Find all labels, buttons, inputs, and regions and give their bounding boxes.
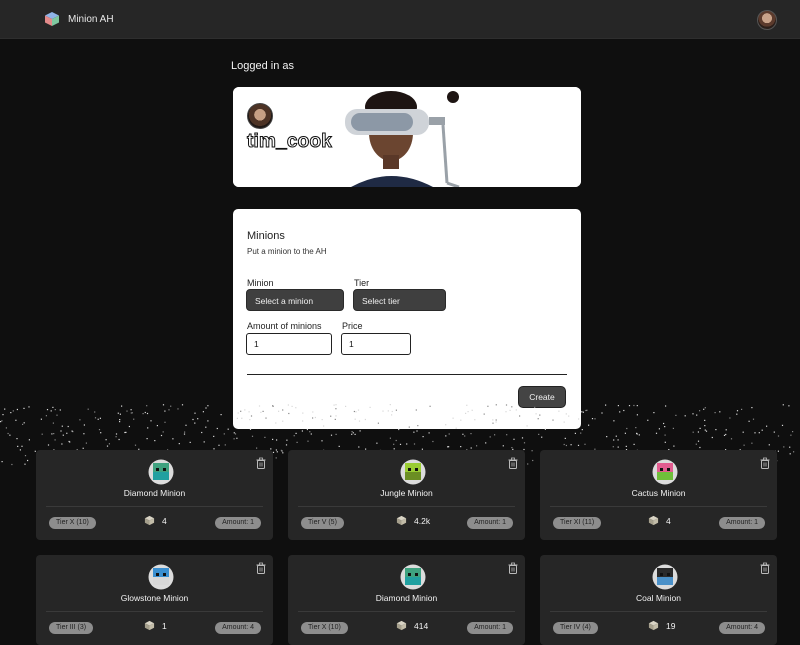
minion-name: Jungle Minion [380,488,433,498]
create-listing-form: Minions Put a minion to the AH Minion Se… [233,209,581,429]
diamond-minion-icon [400,564,426,590]
trash-icon[interactable] [255,457,267,469]
amount-label: Amount of minions [247,321,322,331]
minion-card[interactable]: Diamond Minion Tier X (10) 4 Amount: 1 [36,450,273,540]
minion-name: Glowstone Minion [120,593,189,603]
price-display: 4 [648,515,671,526]
user-avatar-icon[interactable] [757,10,777,30]
tier-label: Tier [354,278,370,288]
minion-label: Minion [247,278,274,288]
price-display: 414 [396,620,428,631]
diamond-minion-icon [148,459,174,485]
cube-price-icon [396,620,407,631]
brand-name: Minion AH [68,13,114,25]
minion-card[interactable]: Jungle Minion Tier V (5) 4.2k Amount: 1 [288,450,525,540]
card-divider [550,611,767,612]
form-title: Minions [247,230,285,242]
profile-avatar [247,103,273,129]
amount-input[interactable] [246,333,332,355]
card-divider [46,506,263,507]
minion-name: Diamond Minion [123,488,186,498]
tier-badge: Tier IV (4) [553,622,598,634]
cube-price-icon [144,515,155,526]
tier-select[interactable]: Select tier [353,289,446,311]
cube-price-icon [648,515,659,526]
price-value: 1 [162,620,167,631]
price-value: 4.2k [414,515,431,526]
form-divider [247,374,567,375]
price-value: 414 [414,620,429,631]
minion-card[interactable]: Diamond Minion Tier X (10) 414 Amount: 1 [288,555,525,645]
glowstone-minion-icon [148,564,174,590]
minion-name: Coal Minion [636,593,681,603]
price-display: 4 [144,515,167,526]
form-subtitle: Put a minion to the AH [247,247,327,256]
price-value: 4 [666,515,671,526]
price-display: 1 [144,620,167,631]
profile-card: tim_cook [233,87,581,187]
card-divider [298,506,515,507]
amount-badge: Amount: 4 [215,622,261,634]
tier-badge: Tier X (10) [49,517,96,529]
coal-minion-icon [652,564,678,590]
tier-badge: Tier III (3) [49,622,94,634]
amount-badge: Amount: 1 [467,517,513,529]
tier-badge: Tier X (10) [301,622,348,634]
price-input[interactable] [341,333,411,355]
minion-name: Diamond Minion [375,593,438,603]
price-display: 19 [648,620,675,631]
brand-link[interactable]: Minion AH [44,11,114,27]
price-value: 19 [666,620,676,631]
amount-badge: Amount: 4 [719,622,765,634]
trash-icon[interactable] [507,457,519,469]
minion-card[interactable]: Glowstone Minion Tier III (3) 1 Amount: … [36,555,273,645]
profile-username: tim_cook [246,131,333,153]
logged-in-label: Logged in as [231,60,294,72]
jungle-minion-icon [400,459,426,485]
minion-name: Cactus Minion [631,488,686,498]
amount-badge: Amount: 1 [215,517,261,529]
card-divider [550,506,767,507]
navbar: Minion AH [0,0,800,39]
amount-badge: Amount: 1 [467,622,513,634]
cube-logo-icon [45,12,59,26]
tier-badge: Tier XI (11) [553,517,602,529]
price-display: 4.2k [396,515,430,526]
trash-icon[interactable] [759,562,771,574]
trash-icon[interactable] [759,457,771,469]
minion-select[interactable]: Select a minion [246,289,344,311]
minion-card[interactable]: Coal Minion Tier IV (4) 19 Amount: 4 [540,555,777,645]
cactus-minion-icon [652,459,678,485]
price-label: Price [342,321,363,331]
trash-icon[interactable] [507,562,519,574]
cube-price-icon [396,515,407,526]
cube-price-icon [144,620,155,631]
card-divider [298,611,515,612]
trash-icon[interactable] [255,562,267,574]
amount-badge: Amount: 1 [719,517,765,529]
cube-price-icon [648,620,659,631]
minion-card[interactable]: Cactus Minion Tier XI (11) 4 Amount: 1 [540,450,777,540]
tier-badge: Tier V (5) [301,517,344,529]
card-divider [46,611,263,612]
price-value: 4 [162,515,167,526]
